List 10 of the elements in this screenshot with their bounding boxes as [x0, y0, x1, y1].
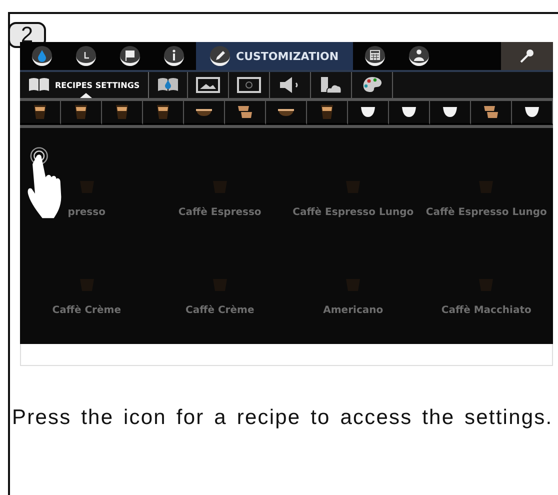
- recipe-label: Caffè Crème: [186, 305, 254, 316]
- recipe-label: presso: [68, 207, 106, 218]
- recipe-label: Caffè Espresso Lungo: [292, 207, 414, 218]
- recipe-label: Americano: [323, 305, 384, 316]
- recipe-label: Caffè Espresso Lungo: [426, 207, 547, 218]
- recipe-label: Caffè Crème: [52, 305, 121, 316]
- recipe-label: Caffè Espresso: [178, 207, 262, 218]
- instruction-text: Press the icon for a recipe to access the settings.: [12, 406, 554, 430]
- recipe-label: Caffè Macchiato: [441, 305, 532, 316]
- tab[interactable]: CUSTOMIZATION: [196, 42, 353, 70]
